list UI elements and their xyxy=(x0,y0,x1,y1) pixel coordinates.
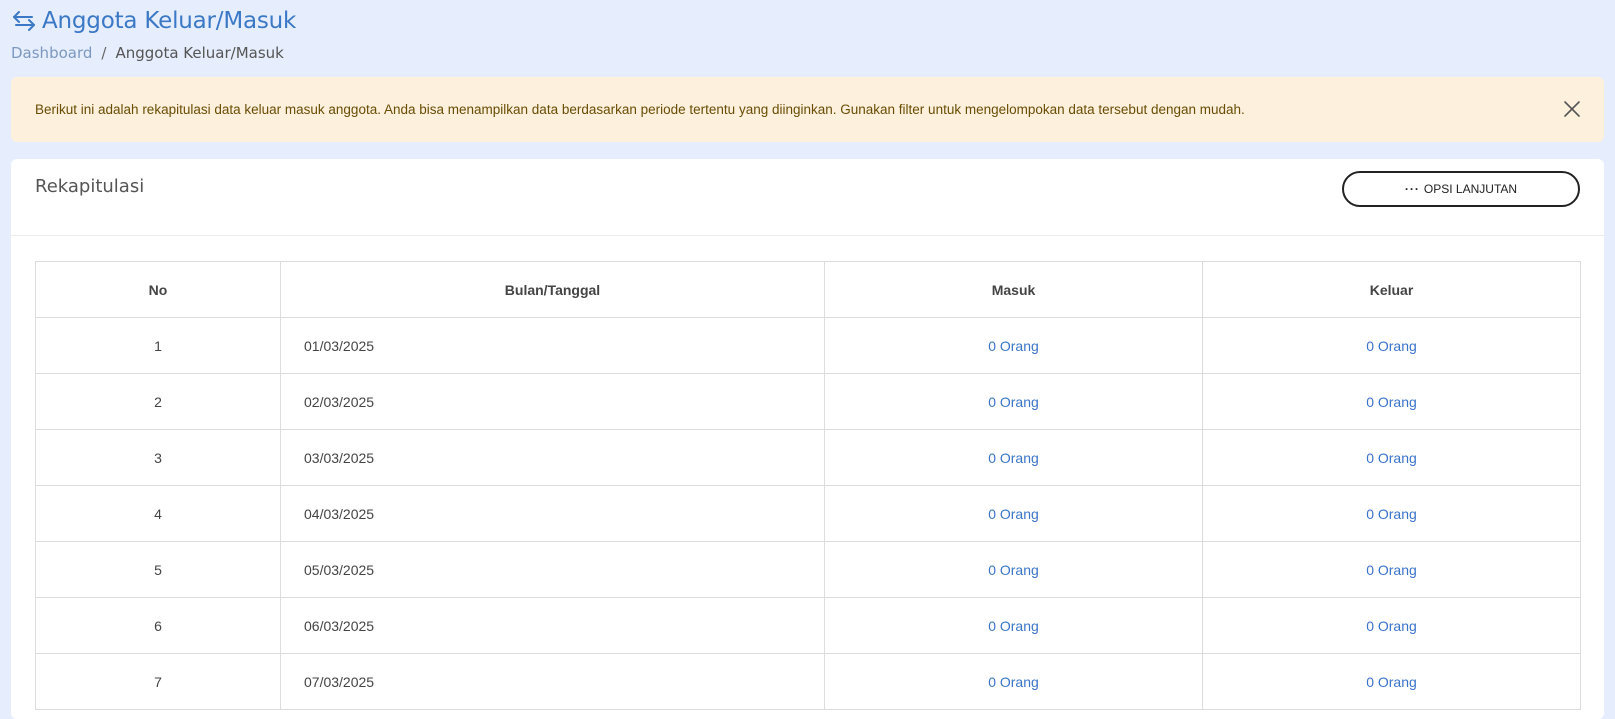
masuk-count-link[interactable]: 0 Orang xyxy=(988,618,1039,634)
advanced-options-button[interactable]: ··· OPSI LANJUTAN xyxy=(1342,171,1580,207)
cell-no: 5 xyxy=(35,541,281,598)
keluar-count-link[interactable]: 0 Orang xyxy=(1366,562,1417,578)
masuk-count-link[interactable]: 0 Orang xyxy=(988,674,1039,690)
cell-no: 3 xyxy=(35,429,281,486)
header-no: No xyxy=(35,261,281,318)
cell-date: 07/03/2025 xyxy=(280,653,825,710)
table-row: 5 05/03/2025 0 Orang 0 Orang xyxy=(35,541,1581,598)
masuk-count-link[interactable]: 0 Orang xyxy=(988,394,1039,410)
header-date: Bulan/Tanggal xyxy=(280,261,825,318)
table-row: 1 01/03/2025 0 Orang 0 Orang xyxy=(35,317,1581,374)
page-header: Anggota Keluar/Masuk Dashboard / Anggota… xyxy=(11,6,296,62)
card-title: Rekapitulasi xyxy=(35,176,145,197)
masuk-count-link[interactable]: 0 Orang xyxy=(988,338,1039,354)
keluar-count-link[interactable]: 0 Orang xyxy=(1366,338,1417,354)
keluar-count-link[interactable]: 0 Orang xyxy=(1366,450,1417,466)
header-masuk: Masuk xyxy=(824,261,1203,318)
cell-date: 04/03/2025 xyxy=(280,485,825,542)
table-row: 6 06/03/2025 0 Orang 0 Orang xyxy=(35,597,1581,654)
advanced-options-label: OPSI LANJUTAN xyxy=(1423,182,1518,196)
cell-date: 05/03/2025 xyxy=(280,541,825,598)
table-row: 2 02/03/2025 0 Orang 0 Orang xyxy=(35,373,1581,430)
page-title: Anggota Keluar/Masuk xyxy=(42,8,297,34)
table-row: 4 04/03/2025 0 Orang 0 Orang xyxy=(35,485,1581,542)
breadcrumb: Dashboard / Anggota Keluar/Masuk xyxy=(11,44,296,62)
masuk-count-link[interactable]: 0 Orang xyxy=(988,450,1039,466)
cell-no: 6 xyxy=(35,597,281,654)
cell-no: 4 xyxy=(35,485,281,542)
keluar-count-link[interactable]: 0 Orang xyxy=(1366,506,1417,522)
cell-no: 2 xyxy=(35,373,281,430)
close-icon[interactable] xyxy=(1560,97,1584,121)
table-row: 7 07/03/2025 0 Orang 0 Orang xyxy=(35,653,1581,710)
table-row: 3 03/03/2025 0 Orang 0 Orang xyxy=(35,429,1581,486)
cell-date: 02/03/2025 xyxy=(280,373,825,430)
breadcrumb-current: Anggota Keluar/Masuk xyxy=(115,44,284,62)
cell-date: 01/03/2025 xyxy=(280,317,825,374)
title-row: Anggota Keluar/Masuk xyxy=(11,6,296,36)
cell-date: 06/03/2025 xyxy=(280,597,825,654)
keluar-count-link[interactable]: 0 Orang xyxy=(1366,394,1417,410)
header-keluar: Keluar xyxy=(1202,261,1581,318)
swap-arrows-icon xyxy=(11,8,37,34)
cell-date: 03/03/2025 xyxy=(280,429,825,486)
keluar-count-link[interactable]: 0 Orang xyxy=(1366,674,1417,690)
alert-text: Berikut ini adalah rekapitulasi data kel… xyxy=(35,102,1245,117)
rekapitulasi-card: Rekapitulasi ··· OPSI LANJUTAN No Bulan/… xyxy=(11,159,1604,719)
cell-no: 1 xyxy=(35,317,281,374)
rekap-table: No Bulan/Tanggal Masuk Keluar 1 01/03/20… xyxy=(35,261,1581,710)
card-header: Rekapitulasi ··· OPSI LANJUTAN xyxy=(11,159,1604,236)
more-dots-icon: ··· xyxy=(1404,182,1420,196)
breadcrumb-dashboard-link[interactable]: Dashboard xyxy=(11,44,92,62)
cell-no: 7 xyxy=(35,653,281,710)
masuk-count-link[interactable]: 0 Orang xyxy=(988,562,1039,578)
info-alert: Berikut ini adalah rekapitulasi data kel… xyxy=(11,77,1604,142)
table-header-row: No Bulan/Tanggal Masuk Keluar xyxy=(35,261,1581,318)
breadcrumb-separator: / xyxy=(101,44,107,62)
keluar-count-link[interactable]: 0 Orang xyxy=(1366,618,1417,634)
masuk-count-link[interactable]: 0 Orang xyxy=(988,506,1039,522)
